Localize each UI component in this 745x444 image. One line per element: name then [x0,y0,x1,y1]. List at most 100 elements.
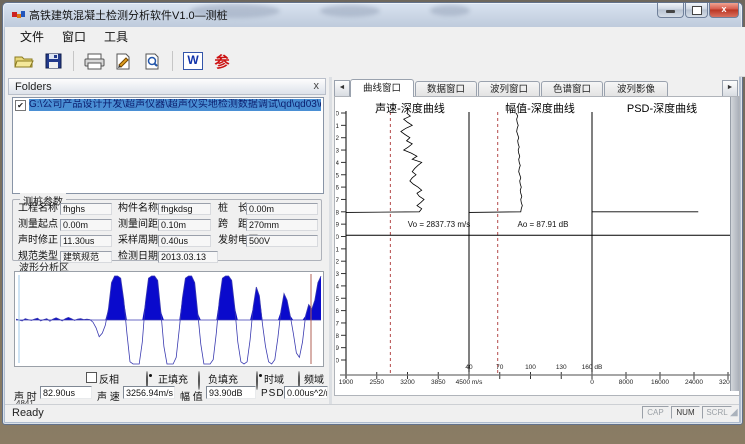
menu-tools[interactable]: 工具 [95,26,137,47]
file-listbox: ✔ G:\公司产品设计开发\超声仪器\超声仪实地检测数据调试\qd\qd03\q… [12,97,324,194]
parameter-settings-button[interactable]: 参 [211,50,233,72]
svg-text:20: 20 [336,358,339,365]
param-label: 声时修正 [18,235,58,247]
save-icon [45,53,62,69]
svg-text:100: 100 [525,364,536,371]
reading-field-velocity[interactable]: 3256.94m/s [123,386,175,399]
param-label: 跨 距 [218,219,248,231]
minimize-icon [666,10,675,13]
svg-text:13: 13 [336,271,339,278]
time-domain-label: 时域 [264,371,284,386]
svg-text:130: 130 [556,364,567,371]
menu-window[interactable]: 窗口 [53,26,95,47]
close-button[interactable]: x [709,3,739,18]
svg-text:18: 18 [336,333,339,340]
tab-wavetrain-window[interactable]: 波列窗口 [478,81,540,97]
reading-field-psd[interactable]: 0.00us^2/m [284,386,328,399]
chart-title-velocity: 声速-深度曲线 [358,100,462,116]
svg-text:7: 7 [336,197,339,204]
tab-curve-window[interactable]: 曲线窗口 [350,79,414,97]
param-field[interactable]: 270mm [246,219,318,231]
maximize-icon [692,6,702,15]
param-field[interactable]: 0.10m [158,219,211,231]
svg-text:15: 15 [336,296,339,303]
param-label: 采样周期 [118,235,158,247]
status-num: NUM [671,406,700,419]
param-field[interactable]: 0.00m [60,219,112,231]
param-field[interactable]: 0.00m [246,203,318,215]
minimize-button[interactable] [657,3,684,18]
print-button[interactable] [83,50,105,72]
status-scrl: SCRL [702,406,732,419]
svg-text:6: 6 [336,185,339,192]
params-icon: 参 [214,51,229,72]
status-cap: CAP [642,406,669,419]
file-list-item[interactable]: ✔ G:\公司产品设计开发\超声仪器\超声仪实地检测数据调试\qd\qd03\q… [13,98,323,112]
param-field[interactable]: 2013.03.13 [158,251,218,263]
folders-close-icon[interactable]: x [314,81,320,92]
param-field[interactable]: fhghs [60,203,112,215]
svg-text:2: 2 [336,135,339,142]
open-folder-button[interactable] [13,50,35,72]
param-field[interactable]: 0.40us [158,235,211,247]
reading-field-sound-time[interactable]: 82.90us [40,386,92,399]
svg-text:70: 70 [496,364,504,371]
svg-text:3: 3 [336,148,339,155]
svg-text:9: 9 [336,222,339,229]
menu-file[interactable]: 文件 [11,26,53,47]
svg-text:11: 11 [336,246,339,253]
svg-text:5: 5 [336,172,339,179]
svg-text:24000: 24000 [685,379,703,386]
chart-title-psd: PSD-深度曲线 [610,100,714,116]
titlebar-glass-blob [320,5,380,17]
status-bar: Ready CAP NUM SCRL ◢ [5,404,739,422]
file-checkbox[interactable]: ✔ [15,100,26,111]
menu-bar: 文件 窗口 工具 [5,27,745,46]
app-icon [12,8,26,26]
titlebar-glass-blob [430,5,470,16]
svg-text:0: 0 [336,111,339,118]
word-export-button[interactable]: W [182,50,204,72]
time-domain-radio[interactable] [256,371,258,390]
tab-wavetrain-image[interactable]: 波列影像 [604,81,668,97]
export-icon [115,53,132,70]
amplitude-annotation: Ao = 87.91 dB [498,220,588,229]
param-field[interactable]: 500V [246,235,318,247]
tab-spectrum-window[interactable]: 色谱窗口 [541,81,603,97]
param-label: 测量起点 [18,219,58,231]
svg-text:14: 14 [336,283,339,290]
maximize-button[interactable] [685,3,708,18]
reading-field-amplitude[interactable]: 93.90dB [206,386,256,399]
reading-label: 幅 值 [180,388,203,403]
svg-text:12: 12 [336,259,339,266]
param-field[interactable]: fhgkdsg [158,203,211,215]
tab-data-window[interactable]: 数据窗口 [415,81,477,97]
print-preview-button[interactable] [141,50,163,72]
folders-panel-title: Folders [15,81,52,93]
save-button[interactable] [42,50,64,72]
svg-text:8000: 8000 [619,379,634,386]
svg-text:3200: 3200 [400,379,415,386]
depth-profile-charts: 19002550320038504500 m/s4070100130160 dB… [336,97,732,391]
toolbar-separator [73,51,74,71]
file-path: G:\公司产品设计开发\超声仪器\超声仪实地检测数据调试\qd\qd03\qd0… [29,99,321,111]
resize-grip[interactable]: ◢ [730,407,738,418]
fill-negative-label: 负填充 [208,371,238,386]
param-label: 工程名称 [18,203,58,215]
param-label: 测量间距 [118,219,158,231]
fill-positive-label: 正填充 [158,371,188,386]
invert-checkbox[interactable] [86,372,97,383]
status-ready: Ready [12,407,44,419]
tab-scroll-right-button[interactable]: ► [722,80,738,97]
toolbar-separator [172,51,173,71]
tab-scroll-left-button[interactable]: ◄ [334,80,350,97]
vertical-scrollbar[interactable] [730,97,739,391]
svg-text:2550: 2550 [370,379,385,386]
param-field[interactable]: 11.30us [60,235,112,247]
freq-domain-label: 频域 [304,371,324,386]
export-button[interactable] [112,50,134,72]
svg-text:4: 4 [336,160,339,167]
window-title: 高铁建筑混凝土检测分析软件V1.0—测桩 [29,7,228,23]
svg-text:4500 m/s: 4500 m/s [456,379,483,386]
svg-text:40: 40 [465,364,473,371]
